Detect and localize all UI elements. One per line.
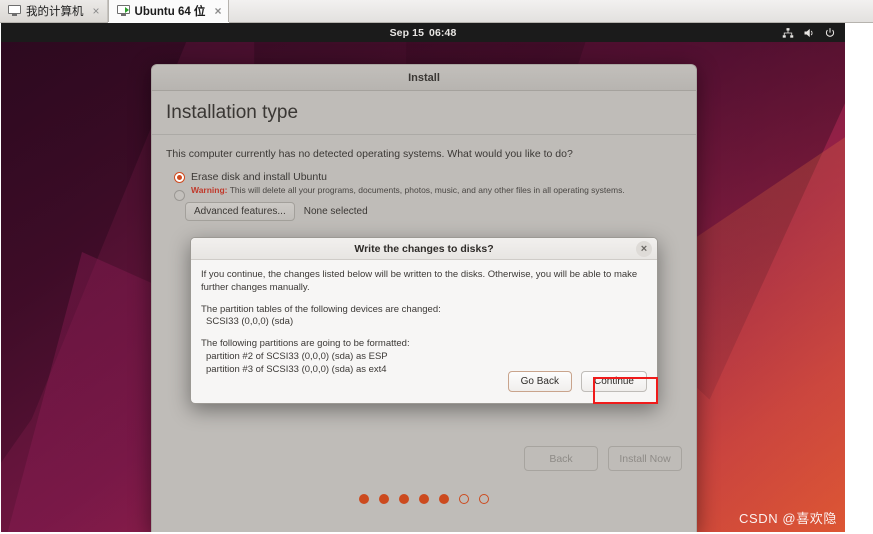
continue-button[interactable]: Continue <box>580 371 647 392</box>
screenshot-root: 我的计算机 × Ubuntu 64 位 × Sep 15 06:48 Insta… <box>0 0 873 534</box>
option-label: Erase disk and install Ubuntu <box>191 171 327 183</box>
back-button[interactable]: Back <box>524 446 598 471</box>
installer-footer-buttons: Back Install Now <box>524 446 682 471</box>
installer-window-title: Install <box>408 71 440 84</box>
install-now-button[interactable]: Install Now <box>608 446 682 471</box>
clock-time: 06:48 <box>429 26 457 39</box>
dialog-title: Write the changes to disks? <box>354 242 494 255</box>
monitor-icon <box>8 5 21 16</box>
progress-dot <box>419 494 429 504</box>
dialog-actions: Go Back Continue <box>507 371 647 392</box>
progress-dot <box>399 494 409 504</box>
advanced-features-row: Advanced features... None selected <box>185 202 682 221</box>
power-icon[interactable] <box>824 27 836 39</box>
vmware-tab-label: Ubuntu 64 位 <box>134 5 206 18</box>
vm-running-icon <box>116 5 130 16</box>
vmware-tab-strip: 我的计算机 × Ubuntu 64 位 × <box>0 0 873 23</box>
dialog-titlebar: Write the changes to disks? × <box>191 238 657 260</box>
go-back-button[interactable]: Go Back <box>507 371 572 392</box>
progress-dots <box>152 494 696 504</box>
system-tray <box>782 23 836 42</box>
progress-dot <box>479 494 489 504</box>
vmware-tab-label: 我的计算机 <box>26 5 84 18</box>
dialog-partition-item: partition #2 of SCSI33 (0,0,0) (sda) as … <box>206 351 388 363</box>
dialog-paragraph-1: If you continue, the changes listed belo… <box>201 269 638 293</box>
vmware-tab-my-computer[interactable]: 我的计算机 × <box>0 0 108 22</box>
dialog-paragraph-2-heading: The partition tables of the following de… <box>201 303 441 315</box>
radio-unselected-icon[interactable] <box>174 190 185 201</box>
dialog-paragraph-3-heading: The following partitions are going to be… <box>201 338 410 350</box>
progress-dot <box>359 494 369 504</box>
radio-selected-icon[interactable] <box>174 172 185 183</box>
vm-viewport[interactable]: Sep 15 06:48 Install Installation type T… <box>1 23 845 532</box>
gnome-top-bar: Sep 15 06:48 <box>1 23 845 42</box>
page-title: Installation type <box>166 101 299 123</box>
clock[interactable]: Sep 15 06:48 <box>390 27 457 39</box>
close-icon[interactable]: × <box>636 241 652 257</box>
option-erase-disk[interactable]: Erase disk and install Ubuntu Warning: T… <box>174 171 682 195</box>
volume-icon[interactable] <box>803 27 815 39</box>
installer-header: Installation type <box>152 91 696 135</box>
write-changes-dialog: Write the changes to disks? × If you con… <box>190 237 658 404</box>
advanced-features-note: None selected <box>303 206 368 217</box>
dialog-device-item: SCSI33 (0,0,0) (sda) <box>206 316 294 328</box>
warning-text: Warning: This will delete all your progr… <box>191 185 625 195</box>
progress-dot <box>379 494 389 504</box>
network-icon[interactable] <box>782 27 794 39</box>
watermark: CSDN @喜欢隐 <box>738 511 837 526</box>
right-gutter <box>845 23 873 534</box>
vmware-tab-ubuntu[interactable]: Ubuntu 64 位 × <box>107 0 230 22</box>
installer-titlebar: Install <box>152 65 696 91</box>
advanced-features-button[interactable]: Advanced features... <box>185 202 295 221</box>
dialog-body: If you continue, the changes listed belo… <box>191 260 657 377</box>
close-icon[interactable]: × <box>93 5 100 17</box>
warning-body: This will delete all your programs, docu… <box>229 185 625 195</box>
progress-dot <box>459 494 469 504</box>
clock-date: Sep 15 <box>389 26 425 39</box>
close-icon[interactable]: × <box>214 5 221 17</box>
warning-prefix: Warning: <box>191 185 228 195</box>
progress-dot <box>439 494 449 504</box>
intro-text: This computer currently has no detected … <box>166 148 573 160</box>
installer-body: This computer currently has no detected … <box>152 135 696 221</box>
